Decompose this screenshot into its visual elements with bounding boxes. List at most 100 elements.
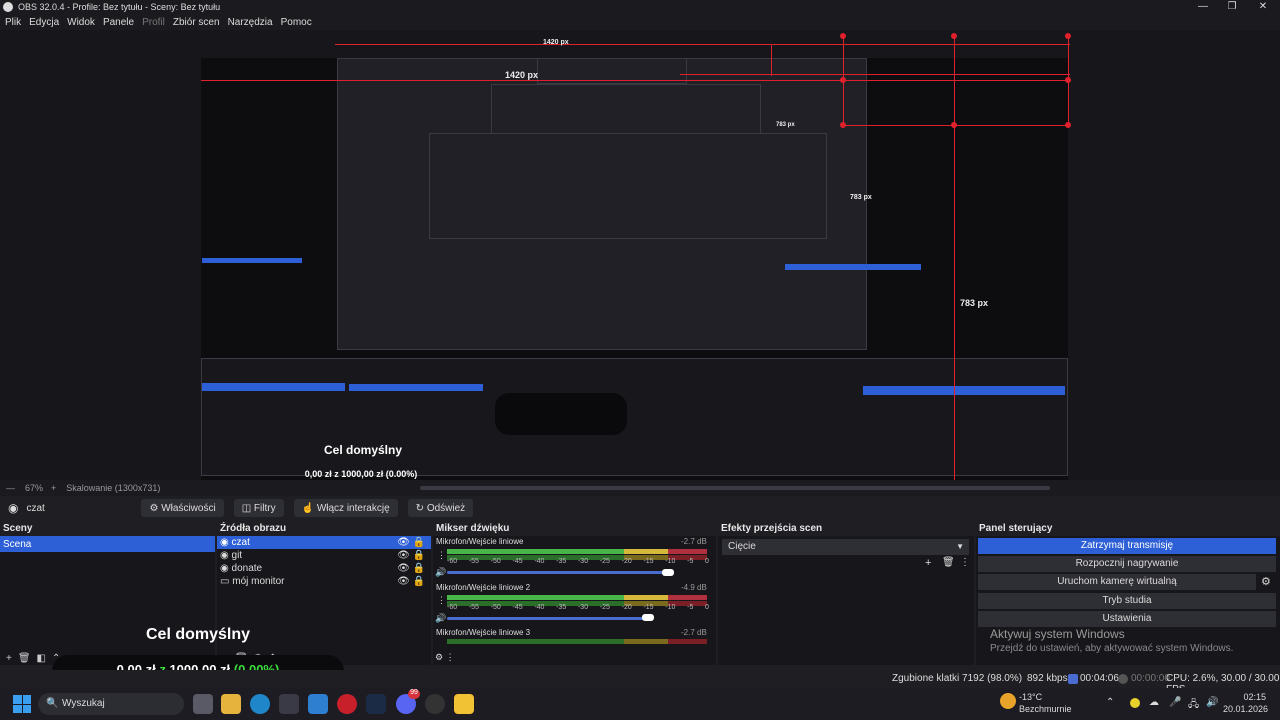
file-explorer-icon[interactable]	[221, 694, 241, 714]
preview-area[interactable]: Cel domyślny 0,00 zł z 1000,00 zł (0.00%…	[0, 30, 1280, 480]
program-canvas: Cel domyślny 0,00 zł z 1000,00 zł (0.00%…	[201, 58, 1068, 480]
task-view-icon[interactable]	[193, 694, 213, 714]
mixer-channel-db: -2.7 dB	[681, 537, 707, 546]
obs-icon[interactable]	[425, 694, 445, 714]
menu-scene-collection[interactable]: Zbiór scen	[173, 17, 220, 28]
transition-select[interactable]: Cięcie ▼	[722, 539, 969, 555]
guide-line	[771, 44, 772, 76]
guide-handle[interactable]	[1065, 122, 1071, 128]
kebab-icon[interactable]: ⋮	[960, 557, 970, 568]
menu-tools[interactable]: Narzędzia	[228, 17, 273, 28]
eye-lock-icon[interactable]: 👁 🔒	[397, 576, 425, 587]
properties-button[interactable]: ⚙ Właściwości	[141, 499, 224, 517]
tray-app-icon[interactable]	[1130, 698, 1140, 708]
obs-logo-icon	[3, 2, 13, 12]
clock-time[interactable]: 02:15	[1226, 692, 1266, 702]
source-item-git[interactable]: ◉ git 👁 🔒	[217, 549, 431, 562]
filters-button[interactable]: ◫ Filtry	[233, 499, 284, 517]
interact-button[interactable]: ☝ Włącz interakcję	[293, 499, 398, 517]
close-button[interactable]: ✕	[1246, 0, 1280, 14]
steam-icon[interactable]	[366, 694, 386, 714]
plus-icon[interactable]: +	[51, 483, 56, 493]
filter-icon[interactable]: ◧	[37, 653, 46, 664]
gear-icon[interactable]: ⚙ ⋮	[435, 652, 455, 663]
menu-help[interactable]: Pomoc	[281, 17, 312, 28]
guide-handle[interactable]	[840, 33, 846, 39]
network-icon[interactable]: 🖧	[1188, 697, 1199, 714]
refresh-button[interactable]: ↻ Odśwież	[407, 499, 474, 517]
menu-docks[interactable]: Panele	[103, 17, 134, 28]
tray-chevron-icon[interactable]: ⌃	[1106, 697, 1114, 708]
refresh-icon: ↻	[415, 502, 427, 514]
taskbar-search[interactable]: 🔍 Wyszukaj	[38, 693, 184, 715]
microphone-icon[interactable]: 🎤	[1169, 697, 1181, 708]
volume-slider[interactable]	[447, 571, 673, 574]
sources-header: Źródła obrazu	[220, 523, 287, 534]
guide-handle[interactable]	[951, 122, 957, 128]
guide-handle[interactable]	[840, 122, 846, 128]
eye-lock-icon[interactable]: 👁 🔒	[397, 563, 425, 574]
scene-item[interactable]: Scena	[0, 536, 215, 552]
settings-button[interactable]: Ustawienia	[978, 611, 1276, 627]
window-title: OBS 32.0.4 - Profile: Bez tytułu - Sceny…	[18, 2, 221, 12]
mixer-channel-name: Mikrofon/Wejście liniowe 3	[436, 628, 531, 637]
preview-scrollbar[interactable]	[420, 486, 1050, 490]
store-icon[interactable]	[279, 694, 299, 714]
menu-profile[interactable]: Profil	[142, 17, 165, 28]
weather-desc: Bezchmurnie	[1019, 704, 1072, 714]
gear-icon[interactable]: ⚙	[1261, 575, 1271, 588]
trash-icon[interactable]: 🗑	[942, 557, 955, 568]
guide-handle[interactable]	[1065, 33, 1071, 39]
volume-slider-knob[interactable]	[642, 614, 654, 621]
mixer-channel-db: -2.7 dB	[681, 628, 707, 637]
speaker-icon[interactable]: 🔊	[435, 613, 446, 624]
interact-label: Włącz interakcję	[316, 502, 390, 514]
maximize-button[interactable]: ❐	[1215, 0, 1249, 14]
source-item-monitor[interactable]: ▭ mój monitor 👁 🔒	[217, 575, 431, 588]
menu-file[interactable]: Plik	[5, 17, 21, 28]
guide-handle[interactable]	[951, 33, 957, 39]
volume-meter	[447, 549, 707, 554]
edge-icon[interactable]	[250, 694, 270, 714]
title-bar: OBS 32.0.4 - Profile: Bez tytułu - Sceny…	[0, 0, 1280, 14]
volume-icon[interactable]: 🔊	[1206, 697, 1218, 708]
trash-icon[interactable]: 🗑	[18, 653, 31, 664]
nested-stream-button	[863, 386, 1065, 395]
app-icon[interactable]	[308, 694, 328, 714]
filter-icon: ◫	[241, 502, 254, 514]
clock-date[interactable]: 20.01.2026	[1218, 704, 1268, 714]
speaker-icon[interactable]: 🔊	[435, 567, 446, 578]
virtual-camera-button[interactable]: Uruchom kamerę wirtualną	[978, 574, 1256, 590]
size-label: 783 px	[776, 122, 795, 128]
tray-cloud-icon[interactable]: ☁	[1149, 697, 1159, 708]
volume-slider[interactable]	[447, 617, 647, 620]
nested-scene-selected-2	[202, 258, 302, 263]
mixer-header: Mikser dźwięku	[436, 523, 510, 534]
add-icon[interactable]: +	[6, 653, 12, 664]
volume-meter	[447, 639, 707, 644]
volume-slider-knob[interactable]	[662, 569, 674, 576]
opera-icon[interactable]	[337, 694, 357, 714]
eye-lock-icon[interactable]: 👁 🔒	[397, 537, 425, 548]
guide-handle[interactable]	[840, 77, 846, 83]
chevron-down-icon: ▼	[956, 542, 964, 551]
windows-start-icon[interactable]	[13, 695, 31, 713]
minus-icon[interactable]: —	[6, 483, 15, 493]
source-toolbar: ◉ czat ⚙ Właściwości ◫ Filtry ☝ Włącz in…	[0, 496, 1280, 520]
menu-edit[interactable]: Edycja	[29, 17, 59, 28]
record-icon	[1118, 674, 1128, 684]
preview-status-bar: — 67% + Skalowanie (1300x731)	[0, 480, 1280, 496]
eye-lock-icon[interactable]: 👁 🔒	[397, 550, 425, 561]
kebab-icon[interactable]: ⋮	[437, 550, 446, 561]
source-item-czat[interactable]: ◉ czat 👁 🔒	[217, 536, 431, 549]
size-label: 1420 px	[543, 39, 569, 46]
guide-handle[interactable]	[1065, 77, 1071, 83]
start-recording-button[interactable]: Rozpocznij nagrywanie	[978, 556, 1276, 572]
kebab-icon[interactable]: ⋮	[437, 595, 446, 606]
menu-view[interactable]: Widok	[67, 17, 95, 28]
stop-stream-button[interactable]: Zatrzymaj transmisję	[978, 538, 1276, 554]
studio-mode-button[interactable]: Tryb studia	[978, 593, 1276, 609]
add-transition-icon[interactable]: +	[925, 557, 931, 569]
app-icon[interactable]	[454, 694, 474, 714]
source-item-donate[interactable]: ◉ donate 👁 🔒	[217, 562, 431, 575]
